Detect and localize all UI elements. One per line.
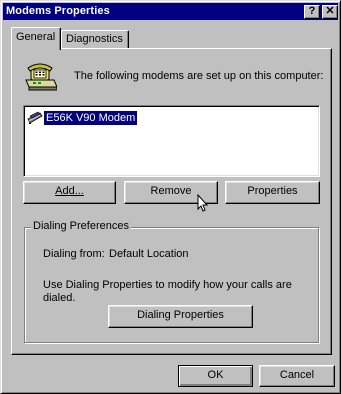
tab-general[interactable]: General [11, 27, 61, 50]
general-tab-panel [11, 48, 332, 355]
close-button[interactable]: ✕ [322, 5, 338, 19]
cancel-button-label: Cancel [279, 369, 315, 381]
title-bar[interactable]: Modems Properties ? ✕ [3, 3, 338, 20]
modems-properties-window: Modems Properties ? ✕ General Diagnostic… [0, 0, 341, 394]
cancel-button[interactable]: Cancel [259, 365, 335, 387]
ok-button[interactable]: OK [178, 365, 253, 387]
window-title: Modems Properties [6, 5, 110, 17]
tab-diagnostics[interactable]: Diagnostics [61, 30, 129, 49]
ok-button-label: OK [207, 369, 224, 381]
help-button[interactable]: ? [304, 5, 320, 19]
